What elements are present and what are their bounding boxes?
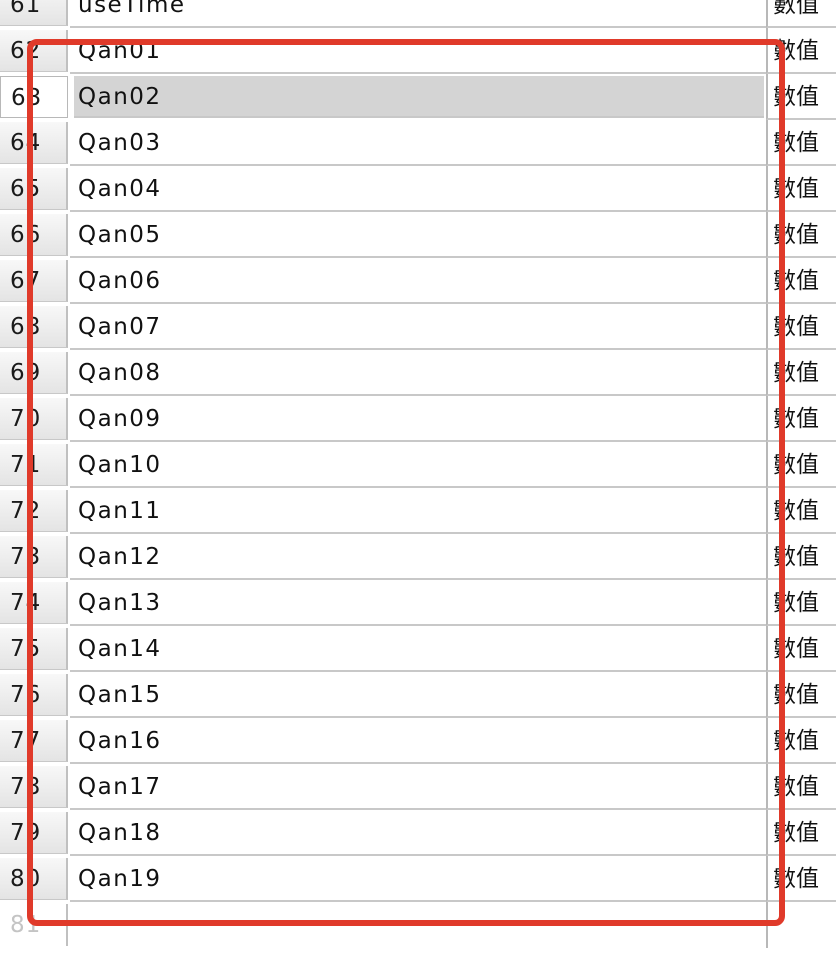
table-row[interactable]: 69 Qan08 數值: [0, 350, 836, 396]
table-row[interactable]: 78 Qan17 數值: [0, 764, 836, 810]
variable-name-cell[interactable]: Qan06: [70, 258, 766, 304]
variable-name-cell[interactable]: Qan18: [70, 810, 766, 856]
table-row[interactable]: 76 Qan15 數值: [0, 672, 836, 718]
row-number-cell[interactable]: 80: [0, 858, 68, 900]
variable-name-cell[interactable]: Qan13: [70, 580, 766, 626]
variable-name-cell[interactable]: [70, 902, 766, 948]
variable-name-cell[interactable]: Qan04: [70, 166, 766, 212]
variable-type-cell[interactable]: 數值: [766, 120, 836, 166]
variable-name-cell[interactable]: Qan09: [70, 396, 766, 442]
table-row[interactable]: 62 Qan01 數值: [0, 28, 836, 74]
variable-name-cell[interactable]: Qan05: [70, 212, 766, 258]
table-row[interactable]: 63 Qan02 數值: [0, 74, 836, 120]
variable-type-cell[interactable]: 數值: [766, 0, 836, 28]
table-row[interactable]: 61 useTime 數值: [0, 0, 836, 28]
table-row[interactable]: 72 Qan11 數值: [0, 488, 836, 534]
row-number-cell[interactable]: 65: [0, 168, 68, 210]
variable-name-cell[interactable]: useTime: [70, 0, 766, 28]
table-row[interactable]: 77 Qan16 數值: [0, 718, 836, 764]
variable-type-cell[interactable]: 數值: [766, 764, 836, 810]
variable-name-cell[interactable]: Qan01: [70, 28, 766, 74]
variable-type-cell[interactable]: 數值: [766, 74, 836, 120]
variable-type-cell[interactable]: 數值: [766, 442, 836, 488]
row-number-cell[interactable]: 61: [0, 0, 68, 26]
variable-name-cell[interactable]: Qan10: [70, 442, 766, 488]
row-number-cell[interactable]: 69: [0, 352, 68, 394]
variable-type-cell[interactable]: 數值: [766, 626, 836, 672]
variable-name-cell[interactable]: Qan17: [70, 764, 766, 810]
variable-name-cell[interactable]: Qan11: [70, 488, 766, 534]
variable-type-cell[interactable]: 數值: [766, 350, 836, 396]
table-row[interactable]: 67 Qan06 數值: [0, 258, 836, 304]
variable-name-cell[interactable]: Qan14: [70, 626, 766, 672]
table-row[interactable]: 70 Qan09 數值: [0, 396, 836, 442]
variable-type-cell[interactable]: 數值: [766, 718, 836, 764]
variable-type-cell[interactable]: 數值: [766, 488, 836, 534]
row-number-cell[interactable]: 76: [0, 674, 68, 716]
variable-name-cell[interactable]: Qan19: [70, 856, 766, 902]
variable-name-cell[interactable]: Qan03: [70, 120, 766, 166]
variable-type-cell[interactable]: 數值: [766, 672, 836, 718]
row-number-cell[interactable]: 68: [0, 306, 68, 348]
table-row[interactable]: 74 Qan13 數值: [0, 580, 836, 626]
row-number-cell[interactable]: 66: [0, 214, 68, 256]
row-number-cell[interactable]: 70: [0, 398, 68, 440]
row-number-cell[interactable]: 71: [0, 444, 68, 486]
row-number-cell[interactable]: 75: [0, 628, 68, 670]
variable-name-cell[interactable]: Qan02: [74, 76, 764, 118]
table-row[interactable]: 64 Qan03 數值: [0, 120, 836, 166]
row-number-cell[interactable]: 79: [0, 812, 68, 854]
table-row[interactable]: 81: [0, 902, 836, 948]
table-row[interactable]: 79 Qan18 數值: [0, 810, 836, 856]
variable-name-cell[interactable]: Qan15: [70, 672, 766, 718]
table-row[interactable]: 75 Qan14 數值: [0, 626, 836, 672]
variable-type-cell[interactable]: 數值: [766, 810, 836, 856]
variable-type-cell[interactable]: 數值: [766, 534, 836, 580]
variable-name-cell[interactable]: Qan16: [70, 718, 766, 764]
row-number-cell[interactable]: 72: [0, 490, 68, 532]
row-number-cell[interactable]: 64: [0, 122, 68, 164]
row-number-cell[interactable]: 63: [0, 76, 68, 118]
variable-type-cell[interactable]: 數值: [766, 304, 836, 350]
variable-name-cell[interactable]: Qan07: [70, 304, 766, 350]
table-row[interactable]: 68 Qan07 數值: [0, 304, 836, 350]
row-number-cell[interactable]: 81: [0, 904, 68, 946]
row-number-cell[interactable]: 74: [0, 582, 68, 624]
table-row[interactable]: 66 Qan05 數值: [0, 212, 836, 258]
variable-name-cell[interactable]: Qan12: [70, 534, 766, 580]
row-number-cell[interactable]: 77: [0, 720, 68, 762]
row-number-cell[interactable]: 67: [0, 260, 68, 302]
variable-type-cell[interactable]: 數值: [766, 166, 836, 212]
row-number-cell[interactable]: 62: [0, 30, 68, 72]
variable-type-cell[interactable]: 數值: [766, 580, 836, 626]
variable-type-cell[interactable]: 數值: [766, 856, 836, 902]
variable-name-cell[interactable]: Qan08: [70, 350, 766, 396]
variable-type-cell[interactable]: 數值: [766, 396, 836, 442]
row-number-cell[interactable]: 78: [0, 766, 68, 808]
variable-type-cell[interactable]: 數值: [766, 28, 836, 74]
variable-type-cell[interactable]: [766, 902, 836, 948]
table-row[interactable]: 73 Qan12 數值: [0, 534, 836, 580]
table-row[interactable]: 80 Qan19 數值: [0, 856, 836, 902]
variable-type-cell[interactable]: 數值: [766, 258, 836, 304]
row-number-cell[interactable]: 73: [0, 536, 68, 578]
table-row[interactable]: 65 Qan04 數值: [0, 166, 836, 212]
table-row[interactable]: 71 Qan10 數值: [0, 442, 836, 488]
variable-type-cell[interactable]: 數值: [766, 212, 836, 258]
